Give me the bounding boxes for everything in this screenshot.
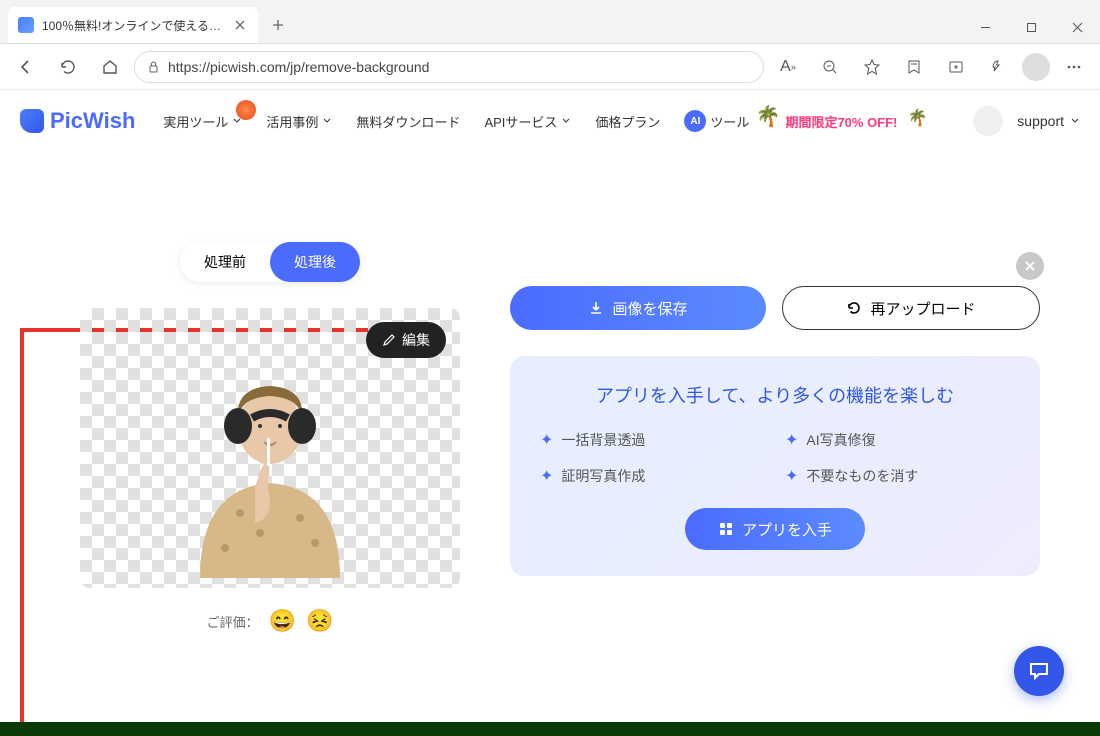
chat-icon: [1027, 659, 1051, 683]
new-tab-button[interactable]: [264, 11, 292, 39]
new-badge-icon: [236, 100, 256, 120]
rating-row: ご評価： 😄 😣: [60, 608, 480, 634]
download-icon: [588, 300, 604, 316]
nav-tools[interactable]: 実用ツール: [155, 106, 250, 137]
url-text: https://picwish.com/jp/remove-background: [168, 59, 429, 75]
close-overlay-button[interactable]: [1016, 252, 1044, 280]
pencil-icon: [382, 333, 396, 347]
promo-banner[interactable]: 期間限定70% OFF!: [773, 112, 909, 131]
mascot-icon[interactable]: [973, 106, 1003, 136]
close-tab-icon[interactable]: [232, 17, 248, 33]
chat-button[interactable]: [1014, 646, 1064, 696]
brand-logo[interactable]: PicWish: [20, 108, 135, 134]
before-after-toggle: 処理前 処理後: [180, 242, 360, 282]
app-promo-card: アプリを入手して、より多くの機能を楽しむ ✦一括背景透過 ✦AI写真修復 ✦証明…: [510, 356, 1040, 576]
nav-download[interactable]: 無料ダウンロード: [348, 106, 468, 137]
site-header: PicWish 実用ツール 活用事例 無料ダウンロード APIサービス 価格プラ…: [0, 90, 1100, 152]
close-window-button[interactable]: [1054, 11, 1100, 43]
tab-title: 100％無料!オンラインで使える写真編: [42, 17, 224, 34]
favicon: [18, 17, 34, 33]
rating-happy-icon[interactable]: 😄: [269, 608, 296, 634]
feature-item: ✦一括背景透過: [540, 430, 765, 450]
annotation-frame: [20, 328, 24, 728]
favorite-icon[interactable]: [854, 49, 890, 85]
image-preview: 編集: [80, 308, 460, 588]
sparkle-icon: ✦: [785, 430, 798, 450]
home-button[interactable]: [92, 49, 128, 85]
refresh-button[interactable]: [50, 49, 86, 85]
edit-button[interactable]: 編集: [366, 322, 446, 358]
logo-icon: [20, 109, 44, 133]
collections-icon[interactable]: [938, 49, 974, 85]
feature-item: ✦AI写真修復: [785, 430, 1010, 450]
feature-item: ✦不要なものを消す: [785, 466, 1010, 486]
get-app-button[interactable]: アプリを入手: [685, 508, 865, 550]
reload-icon: [846, 300, 862, 316]
read-aloud-icon[interactable]: A»: [770, 49, 806, 85]
lock-icon: [147, 60, 160, 73]
favorites-bar-icon[interactable]: [896, 49, 932, 85]
ai-badge-icon: AI: [684, 110, 706, 132]
profile-avatar[interactable]: [1022, 53, 1050, 81]
feature-item: ✦証明写真作成: [540, 466, 765, 486]
browser-tab-strip: 100％無料!オンラインで使える写真編: [0, 0, 1100, 44]
browser-tab[interactable]: 100％無料!オンラインで使える写真編: [8, 7, 258, 43]
rating-label: ご評価：: [207, 612, 259, 631]
promo-title: アプリを入手して、より多くの機能を楽しむ: [540, 382, 1010, 408]
browser-toolbar: https://picwish.com/jp/remove-background…: [0, 44, 1100, 90]
support-menu[interactable]: support: [1017, 113, 1080, 129]
rating-sad-icon[interactable]: 😣: [306, 608, 333, 634]
back-button[interactable]: [8, 49, 44, 85]
main-content: 処理前 処理後 編集: [0, 152, 1100, 634]
nav-cases[interactable]: 活用事例: [258, 106, 340, 137]
address-bar[interactable]: https://picwish.com/jp/remove-background: [134, 51, 764, 83]
main-nav: 実用ツール 活用事例 無料ダウンロード APIサービス 価格プラン AIツール …: [155, 104, 909, 138]
sparkle-icon: ✦: [540, 430, 553, 450]
minimize-button[interactable]: [962, 11, 1008, 43]
save-image-button[interactable]: 画像を保存: [510, 286, 766, 330]
result-image: [160, 368, 380, 578]
maximize-button[interactable]: [1008, 11, 1054, 43]
reupload-button[interactable]: 再アップロード: [782, 286, 1040, 330]
window-controls: [962, 11, 1100, 43]
nav-pricing[interactable]: 価格プラン: [587, 106, 668, 137]
nav-api[interactable]: APIサービス: [476, 106, 579, 137]
zoom-icon[interactable]: [812, 49, 848, 85]
grid-icon: [718, 521, 734, 537]
nav-ai-tool[interactable]: AIツール: [676, 104, 757, 138]
brand-name: PicWish: [50, 108, 135, 134]
toggle-before[interactable]: 処理前: [180, 242, 270, 282]
sparkle-icon: ✦: [540, 466, 553, 486]
toggle-after[interactable]: 処理後: [270, 242, 360, 282]
footer-bar: [0, 722, 1100, 736]
sparkle-icon: ✦: [785, 466, 798, 486]
more-menu-icon[interactable]: [1056, 49, 1092, 85]
performance-icon[interactable]: [980, 49, 1016, 85]
